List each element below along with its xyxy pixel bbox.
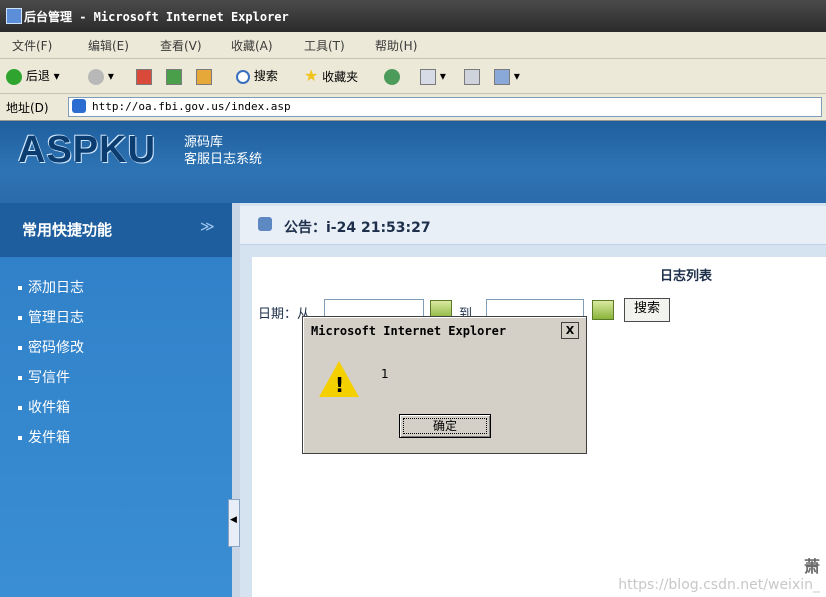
history-icon bbox=[384, 68, 400, 85]
menu-view[interactable]: 查看(V) bbox=[160, 37, 202, 54]
back-label: 后退 bbox=[25, 69, 50, 83]
menu-bar: 文件(F) 编辑(E) 查看(V) 收藏(A) 工具(T) 帮助(H) bbox=[0, 32, 826, 59]
notice-text: 公告：i-24 21:53:27 bbox=[284, 220, 431, 236]
stop-button[interactable] bbox=[136, 66, 152, 86]
sidebar-header: 常用快捷功能 ≫ bbox=[0, 203, 232, 257]
refresh-icon bbox=[166, 68, 182, 85]
mail-icon bbox=[420, 68, 436, 85]
aspku-logo: ASPKU bbox=[18, 129, 157, 171]
bullet-icon bbox=[18, 346, 22, 350]
magnifier-icon bbox=[236, 69, 250, 84]
sidebar-item-label: 收件箱 bbox=[28, 400, 70, 416]
sidebar-item-label: 发件箱 bbox=[28, 430, 70, 446]
page-icon bbox=[72, 99, 86, 113]
sidebar-item-label: 添加日志 bbox=[28, 280, 84, 296]
mail-button[interactable]: ▾ bbox=[420, 66, 446, 86]
menu-help[interactable]: 帮助(H) bbox=[375, 37, 417, 54]
notice-bar: 公告：i-24 21:53:27 bbox=[240, 206, 826, 245]
sidebar-item-add-log[interactable]: 添加日志 bbox=[18, 277, 84, 297]
watermark-name: 萧 bbox=[803, 557, 820, 576]
sidebar-item-label: 密码修改 bbox=[28, 340, 84, 356]
calendar-to-icon[interactable] bbox=[592, 300, 614, 320]
sidebar: 常用快捷功能 ≫ 添加日志 管理日志 密码修改 写信件 收件箱 发件箱 ◀ bbox=[0, 203, 240, 597]
sidebar-toggle-handle[interactable]: ◀ bbox=[228, 499, 240, 547]
menu-tools[interactable]: 工具(T) bbox=[304, 37, 345, 54]
menu-favorites[interactable]: 收藏(A) bbox=[231, 37, 273, 54]
ok-button[interactable]: 确定 bbox=[399, 414, 491, 438]
print-button[interactable] bbox=[464, 66, 480, 86]
star-icon: ★ bbox=[304, 66, 319, 85]
bullet-icon bbox=[18, 286, 22, 290]
sidebar-title: 常用快捷功能 bbox=[22, 221, 113, 239]
exclamation-icon: ! bbox=[335, 373, 345, 397]
list-title: 日志列表 bbox=[660, 269, 713, 284]
bullet-icon bbox=[18, 316, 22, 320]
address-bar: 地址(D) http://oa.fbi.gov.us/index.asp bbox=[0, 94, 826, 121]
bullet-icon bbox=[18, 406, 22, 410]
address-url: http://oa.fbi.gov.us/index.asp bbox=[92, 100, 291, 113]
search-button[interactable]: 搜索 bbox=[236, 66, 278, 86]
search-label: 搜索 bbox=[253, 69, 278, 83]
triangle-left-icon: ◀ bbox=[230, 515, 237, 525]
title-bar: 后台管理 - Microsoft Internet Explorer bbox=[0, 0, 826, 32]
close-icon[interactable]: X bbox=[561, 322, 579, 339]
collapse-chevron-icon[interactable]: ≫ bbox=[200, 219, 215, 235]
watermark-url: https://blog.csdn.net/weixin_ bbox=[618, 577, 820, 593]
forward-button[interactable]: ▾ bbox=[88, 66, 114, 86]
sidebar-item-label: 管理日志 bbox=[28, 310, 84, 326]
menu-file[interactable]: 文件(F) bbox=[12, 37, 52, 54]
menu-edit[interactable]: 编辑(E) bbox=[88, 37, 129, 54]
home-icon bbox=[196, 68, 212, 85]
favorites-label: 收藏夹 bbox=[322, 70, 359, 84]
dialog-title-bar: Microsoft Internet Explorer X bbox=[305, 319, 584, 341]
focus-rect bbox=[403, 418, 487, 434]
alert-dialog: Microsoft Internet Explorer X ! 1 确定 bbox=[302, 316, 587, 454]
header-banner: ASPKU 源码库 客服日志系统 bbox=[0, 121, 826, 203]
bullet-icon bbox=[18, 376, 22, 380]
printer-icon bbox=[464, 68, 480, 85]
sidebar-item-password[interactable]: 密码修改 bbox=[18, 337, 84, 357]
favorites-button[interactable]: ★ 收藏夹 bbox=[304, 66, 358, 86]
forward-arrow-icon bbox=[88, 68, 104, 85]
edit-icon bbox=[494, 68, 510, 85]
refresh-button[interactable] bbox=[166, 66, 182, 86]
toolbar: 后退 ▾ ▾ 搜索 ★ 收藏夹 ▾ ▾ bbox=[0, 59, 826, 94]
announcement-icon bbox=[258, 217, 272, 231]
home-button[interactable] bbox=[196, 66, 212, 86]
dialog-title: Microsoft Internet Explorer bbox=[311, 324, 507, 338]
address-label: 地址(D) bbox=[6, 101, 49, 115]
history-button[interactable] bbox=[384, 66, 400, 86]
sidebar-item-label: 写信件 bbox=[28, 370, 70, 386]
sidebar-item-manage-log[interactable]: 管理日志 bbox=[18, 307, 84, 327]
banner-subtitle-2: 客服日志系统 bbox=[184, 152, 263, 167]
dialog-message: 1 bbox=[381, 367, 389, 381]
edit-button[interactable]: ▾ bbox=[494, 66, 520, 86]
sidebar-item-outbox[interactable]: 发件箱 bbox=[18, 427, 70, 447]
stop-icon bbox=[136, 68, 152, 85]
bullet-icon bbox=[18, 436, 22, 440]
search-submit-button[interactable]: 搜索 bbox=[624, 298, 670, 322]
ie-window-icon bbox=[6, 8, 22, 24]
sidebar-item-write-letter[interactable]: 写信件 bbox=[18, 367, 70, 387]
window-title: 后台管理 - Microsoft Internet Explorer bbox=[24, 10, 289, 24]
back-button[interactable]: 后退 ▾ bbox=[6, 66, 60, 86]
back-arrow-icon bbox=[6, 68, 22, 85]
sidebar-item-inbox[interactable]: 收件箱 bbox=[18, 397, 70, 417]
